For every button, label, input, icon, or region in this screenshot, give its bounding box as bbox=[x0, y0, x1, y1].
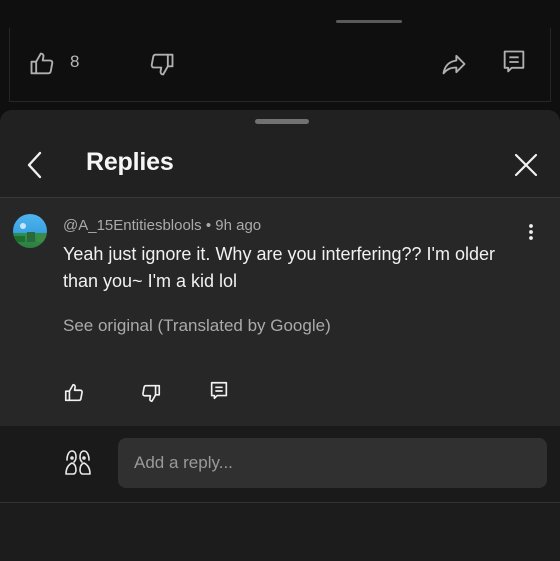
thumb-up-icon[interactable] bbox=[26, 48, 58, 80]
more-vertical-icon[interactable] bbox=[520, 220, 542, 244]
reply-comment-icon[interactable] bbox=[206, 378, 232, 404]
user-avatar[interactable] bbox=[62, 446, 94, 478]
see-original-link[interactable]: See original (Translated by Google) bbox=[63, 316, 331, 336]
comment-author[interactable]: @A_15Entitiesblools bbox=[63, 217, 202, 234]
share-icon[interactable] bbox=[437, 48, 471, 80]
sheet-title: Replies bbox=[86, 148, 174, 176]
thumb-down-icon[interactable] bbox=[146, 48, 178, 80]
reply-comment-icon[interactable] bbox=[498, 46, 530, 78]
close-icon[interactable] bbox=[511, 150, 541, 180]
tab-indicator bbox=[336, 20, 402, 23]
thumb-down-icon[interactable] bbox=[138, 380, 164, 406]
avatar[interactable] bbox=[13, 214, 47, 248]
like-count: 8 bbox=[70, 52, 80, 71]
reply-input[interactable] bbox=[118, 438, 547, 488]
thumb-up-icon[interactable] bbox=[61, 380, 87, 406]
drag-handle[interactable] bbox=[255, 119, 309, 124]
meta-separator: • bbox=[205, 217, 212, 234]
comment-time: 9h ago bbox=[215, 217, 262, 234]
comment-text: Yeah just ignore it. Why are you interfe… bbox=[63, 244, 495, 291]
bottom-area bbox=[0, 502, 560, 561]
back-arrow-icon[interactable] bbox=[20, 148, 50, 182]
comment-header: @A_15Entitiesblools • 9h ago bbox=[63, 217, 261, 234]
